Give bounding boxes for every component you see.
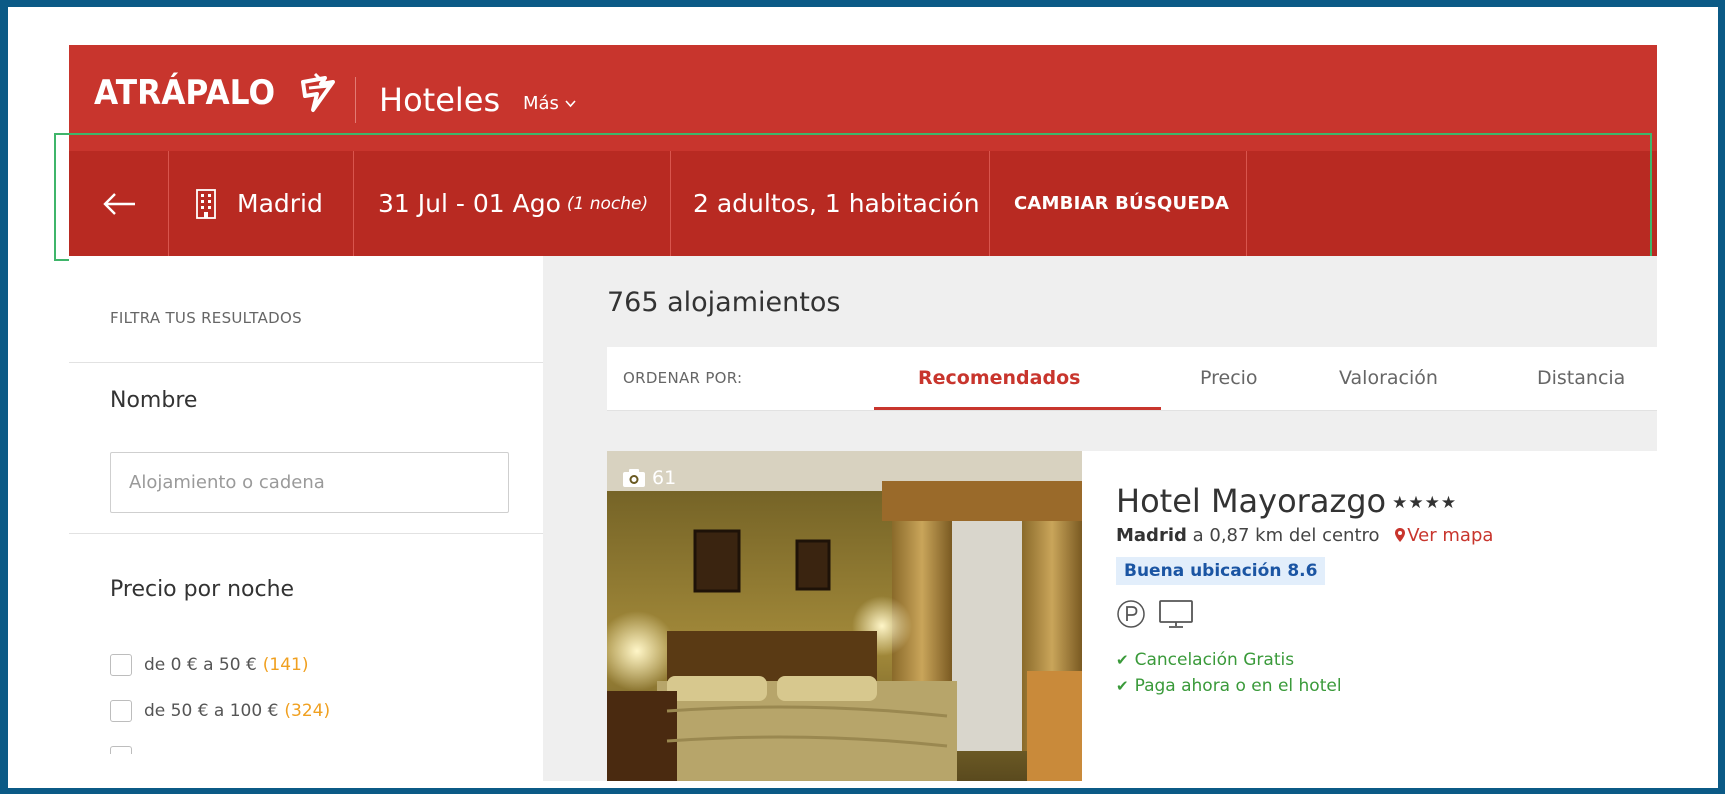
chevron-down-icon — [565, 99, 576, 107]
price-filter-option[interactable]: de 0 € a 50 € (141) — [110, 654, 309, 676]
hotel-photo[interactable]: 61 — [607, 451, 1082, 781]
header-separator — [355, 77, 356, 123]
results-panel: 765 alojamientos ORDENAR POR: Recomendad… — [543, 256, 1657, 781]
building-icon — [196, 188, 216, 219]
search-nights-label: (1 noche) — [566, 193, 649, 214]
camera-icon — [623, 469, 645, 487]
logo-mark-icon — [300, 72, 335, 112]
amenities-list — [1116, 599, 1194, 629]
price-checkbox[interactable] — [110, 746, 132, 754]
hotel-city: Madrid — [1116, 525, 1187, 546]
header-top-bar: ATRÁPALO Hoteles Más — [69, 45, 1657, 150]
sort-tab-recomendados[interactable]: Recomendados — [918, 367, 1080, 389]
search-city[interactable]: Madrid — [169, 151, 354, 256]
hotel-card[interactable]: 61 Hotel Mayorazgo ★★★★ Madrid a 0,87 km … — [607, 451, 1657, 781]
search-guests[interactable]: 2 adultos, 1 habitación — [671, 151, 990, 256]
photo-counter[interactable]: 61 — [622, 467, 676, 489]
map-pin-icon — [1395, 528, 1406, 542]
feature-free-cancellation: ✔ Cancelación Gratis — [1116, 650, 1294, 670]
filters-title: FILTRA TUS RESULTADOS — [110, 309, 302, 327]
photo-count-label: 61 — [652, 467, 677, 489]
back-button[interactable] — [69, 151, 169, 256]
hotel-name: Hotel Mayorazgo — [1116, 482, 1387, 520]
change-search-label: CAMBIAR BÚSQUEDA — [1014, 193, 1230, 214]
check-icon: ✔ — [1116, 677, 1129, 695]
name-filter-label: Nombre — [110, 388, 198, 413]
sort-bar: ORDENAR POR: Recomendados Precio Valorac… — [607, 347, 1657, 411]
divider — [69, 362, 543, 363]
price-checkbox[interactable] — [110, 700, 132, 722]
tv-icon — [1159, 600, 1193, 628]
location-rating-badge: Buena ubicación 8.6 — [1116, 557, 1326, 585]
price-filter-option[interactable]: de 50 € a 100 € (324) — [110, 700, 330, 722]
active-tab-indicator — [874, 407, 1161, 410]
price-range-label: de 50 € a 100 € — [144, 701, 279, 721]
site-header: ATRÁPALO Hoteles Más Madrid 31 Jul - 01 … — [69, 45, 1657, 256]
sort-tab-valoracion[interactable]: Valoración — [1339, 367, 1438, 389]
price-filter-option-partial[interactable] — [110, 746, 144, 754]
nav-more-label: Más — [523, 93, 559, 114]
price-checkbox[interactable] — [110, 654, 132, 676]
search-guests-label: 2 adultos, 1 habitación — [693, 189, 980, 218]
parking-icon — [1117, 600, 1145, 628]
results-count: 765 alojamientos — [607, 287, 841, 318]
sort-label: ORDENAR POR: — [623, 369, 743, 387]
logo[interactable]: ATRÁPALO — [94, 68, 341, 118]
logo-text: ATRÁPALO — [94, 73, 276, 113]
price-range-count: (324) — [284, 701, 331, 721]
feature-label: Paga ahora o en el hotel — [1134, 676, 1342, 696]
view-map-label: Ver mapa — [1407, 525, 1494, 546]
sort-tab-distancia[interactable]: Distancia — [1537, 367, 1625, 389]
name-filter-input[interactable] — [110, 452, 509, 513]
nav-hoteles-link[interactable]: Hoteles — [379, 81, 500, 119]
arrow-left-icon — [102, 192, 135, 215]
check-icon: ✔ — [1116, 651, 1129, 669]
change-search-button[interactable]: CAMBIAR BÚSQUEDA — [990, 151, 1247, 256]
view-map-link[interactable]: Ver mapa — [1395, 525, 1493, 546]
hotel-stars: ★★★★ — [1392, 493, 1458, 513]
hotel-room-image — [607, 451, 1082, 781]
hotel-location: Madrid a 0,87 km del centro Ver mapa — [1116, 525, 1493, 546]
search-city-label: Madrid — [237, 189, 323, 218]
search-dates-label: 31 Jul - 01 Ago — [378, 189, 561, 218]
price-range-label: de 0 € a 50 € — [144, 655, 257, 675]
hotel-name-link[interactable]: Hotel Mayorazgo ★★★★ — [1116, 482, 1457, 520]
price-filter-label: Precio por noche — [110, 577, 295, 602]
price-range-count: (141) — [262, 655, 309, 675]
sort-tab-precio[interactable]: Precio — [1200, 367, 1258, 389]
search-dates[interactable]: 31 Jul - 01 Ago (1 noche) — [354, 151, 671, 256]
feature-label: Cancelación Gratis — [1134, 650, 1295, 670]
hotel-distance: a 0,87 km del centro — [1192, 525, 1380, 546]
search-summary-bar: Madrid 31 Jul - 01 Ago (1 noche) 2 adult… — [69, 151, 1657, 256]
filters-sidebar: FILTRA TUS RESULTADOS Nombre Precio por … — [69, 256, 543, 781]
feature-pay-options: ✔ Paga ahora o en el hotel — [1116, 676, 1342, 696]
nav-more-dropdown[interactable]: Más — [523, 93, 576, 114]
divider — [69, 533, 543, 534]
